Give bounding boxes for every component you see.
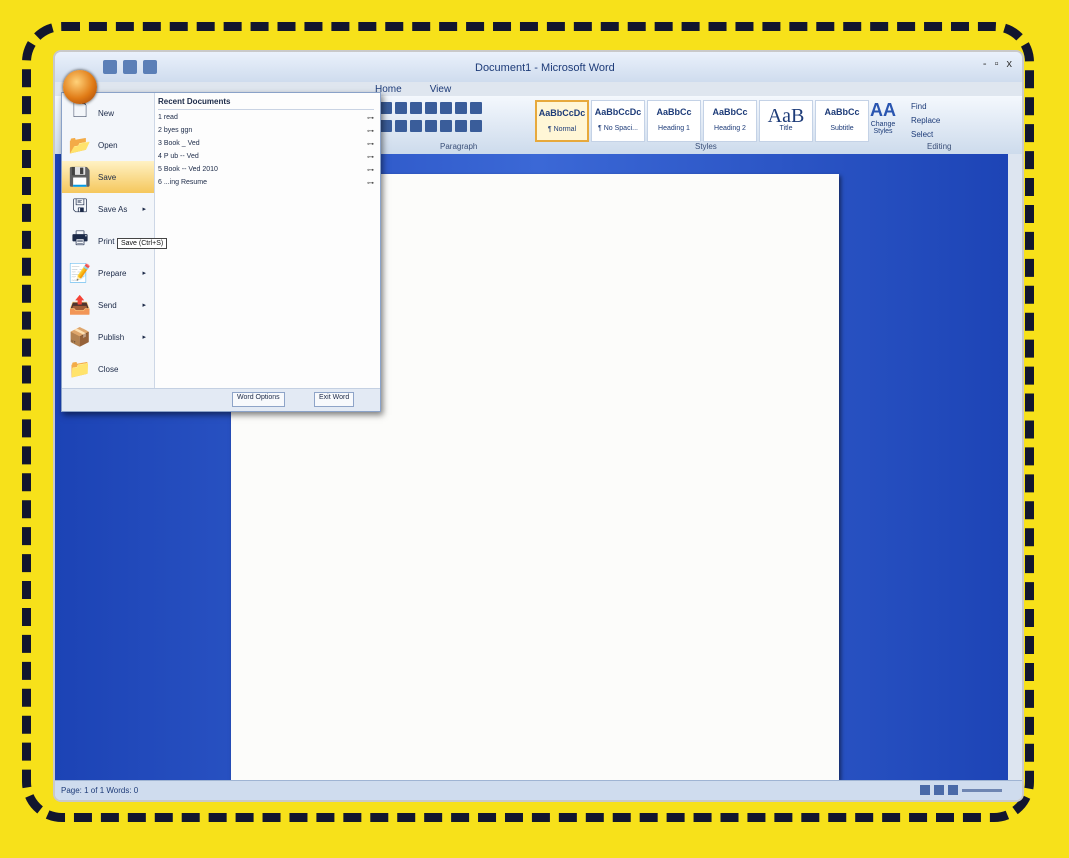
style-no-spacing[interactable]: AaBbCcDc ¶ No Spaci... — [591, 100, 645, 142]
paragraph-group-label: Paragraph — [440, 142, 478, 151]
submenu-arrow-icon: ▸ — [142, 270, 146, 277]
minimize-button[interactable]: - — [983, 58, 987, 70]
menu-prepare[interactable]: 📝 Prepare ▸ — [62, 257, 154, 289]
decrease-indent-icon[interactable] — [425, 102, 437, 114]
menu-send[interactable]: 📤 Send ▸ — [62, 289, 154, 321]
menu-save[interactable]: 💾 Save — [62, 161, 154, 193]
vertical-scrollbar[interactable] — [1008, 154, 1022, 780]
save-tooltip: Save (Ctrl+S) — [117, 238, 168, 249]
qat-save-icon[interactable] — [103, 60, 117, 74]
style-heading-1[interactable]: AaBbCc Heading 1 — [647, 100, 701, 142]
menu-open[interactable]: 📂 Open — [62, 129, 154, 161]
quick-access-toolbar — [103, 60, 157, 74]
bullets-icon[interactable] — [380, 102, 392, 114]
recent-document-item[interactable]: 1 read ⊶ — [158, 114, 374, 127]
select-button[interactable]: Select — [911, 128, 940, 142]
full-screen-icon[interactable] — [934, 785, 944, 795]
style-heading-2[interactable]: AaBbCc Heading 2 — [703, 100, 757, 142]
submenu-arrow-icon: ▸ — [142, 302, 146, 309]
print-icon: 🖶 — [71, 228, 89, 248]
office-menu: 🗋 New 📂 Open 💾 Save 🖫 Save As ▸ 🖶 Print … — [61, 92, 381, 412]
save-icon: 💾 — [68, 166, 92, 187]
multilevel-list-icon[interactable] — [410, 102, 422, 114]
styles-gallery: AaBbCcDc ¶ Normal AaBbCcDc ¶ No Spaci...… — [535, 100, 869, 142]
editing-group-label: Editing — [927, 142, 952, 151]
ribbon-tabs: Home View — [375, 84, 451, 95]
zoom-slider[interactable] — [962, 788, 1002, 792]
style-subtitle[interactable]: AaBbCc Subtitle — [815, 100, 869, 142]
print-layout-icon[interactable] — [920, 785, 930, 795]
prepare-icon: 📝 — [68, 262, 92, 283]
change-styles-button[interactable]: AA Change Styles — [865, 100, 901, 144]
paragraph-group — [380, 102, 530, 142]
align-left-icon[interactable] — [380, 120, 392, 132]
status-bar: Page: 1 of 1 Words: 0 — [55, 780, 1022, 800]
office-button[interactable] — [63, 70, 97, 104]
office-menu-footer: Word Options Exit Word — [62, 388, 380, 411]
view-controls — [920, 785, 1002, 795]
increase-indent-icon[interactable] — [440, 102, 452, 114]
pin-icon[interactable]: ⊶ — [367, 179, 374, 192]
recent-document-item[interactable]: 6 ...ing Resume ⊶ — [158, 179, 374, 192]
recent-document-item[interactable]: 4 P ub -- Ved ⊶ — [158, 153, 374, 166]
word-options-button[interactable]: Word Options — [232, 392, 285, 407]
maximize-button[interactable]: ▫ — [995, 58, 999, 70]
align-center-icon[interactable] — [395, 120, 407, 132]
word-window: Document1 - Microsoft Word - ▫ x Home Vi… — [55, 52, 1022, 800]
window-controls: - ▫ x — [983, 58, 1012, 70]
pin-icon[interactable]: ⊶ — [367, 127, 374, 140]
find-button[interactable]: Find — [911, 100, 940, 114]
window-title: Document1 - Microsoft Word — [475, 62, 615, 74]
exit-word-button[interactable]: Exit Word — [314, 392, 355, 407]
style-title[interactable]: AaB Title — [759, 100, 813, 142]
title-bar: Document1 - Microsoft Word - ▫ x — [55, 52, 1022, 82]
qat-redo-icon[interactable] — [143, 60, 157, 74]
tab-view[interactable]: View — [430, 84, 452, 95]
styles-group-label: Styles — [695, 142, 717, 151]
recent-document-item[interactable]: 5 Book -- Ved 2010 ⊶ — [158, 166, 374, 179]
sort-icon[interactable] — [455, 102, 467, 114]
close-folder-icon: 📁 — [68, 358, 92, 379]
page-word-count: Page: 1 of 1 Words: 0 — [61, 786, 139, 795]
pin-icon[interactable]: ⊶ — [367, 140, 374, 153]
pin-icon[interactable]: ⊶ — [367, 114, 374, 127]
pilcrow-icon[interactable] — [470, 102, 482, 114]
recent-documents: Recent Documents 1 read ⊶ 2 byes ggn ⊶ 3 B… — [158, 97, 374, 192]
submenu-arrow-icon: ▸ — [142, 206, 146, 213]
new-document-icon: 🗋 — [72, 100, 88, 120]
close-button[interactable]: x — [1007, 58, 1013, 70]
menu-publish[interactable]: 📦 Publish ▸ — [62, 321, 154, 353]
send-icon: 📤 — [68, 294, 92, 315]
style-normal[interactable]: AaBbCcDc ¶ Normal — [535, 100, 589, 142]
menu-close[interactable]: 📁 Close — [62, 353, 154, 385]
editing-group: Find Replace Select — [911, 100, 940, 142]
recent-document-item[interactable]: 3 Book _ Ved ⊶ — [158, 140, 374, 153]
qat-undo-icon[interactable] — [123, 60, 137, 74]
submenu-arrow-icon: ▸ — [142, 334, 146, 341]
recent-document-item[interactable]: 2 byes ggn ⊶ — [158, 127, 374, 140]
save-as-icon: 🖫 — [72, 196, 88, 216]
open-folder-icon: 📂 — [68, 134, 92, 155]
publish-icon: 📦 — [68, 326, 92, 347]
change-styles-icon: AA — [870, 100, 896, 120]
shading-icon[interactable] — [455, 120, 467, 132]
numbering-icon[interactable] — [395, 102, 407, 114]
pin-icon[interactable]: ⊶ — [367, 166, 374, 179]
replace-button[interactable]: Replace — [911, 114, 940, 128]
line-spacing-icon[interactable] — [440, 120, 452, 132]
web-layout-icon[interactable] — [948, 785, 958, 795]
recent-documents-title: Recent Documents — [158, 97, 374, 110]
borders-icon[interactable] — [470, 120, 482, 132]
justify-icon[interactable] — [425, 120, 437, 132]
align-right-icon[interactable] — [410, 120, 422, 132]
pin-icon[interactable]: ⊶ — [367, 153, 374, 166]
menu-save-as[interactable]: 🖫 Save As ▸ — [62, 193, 154, 225]
